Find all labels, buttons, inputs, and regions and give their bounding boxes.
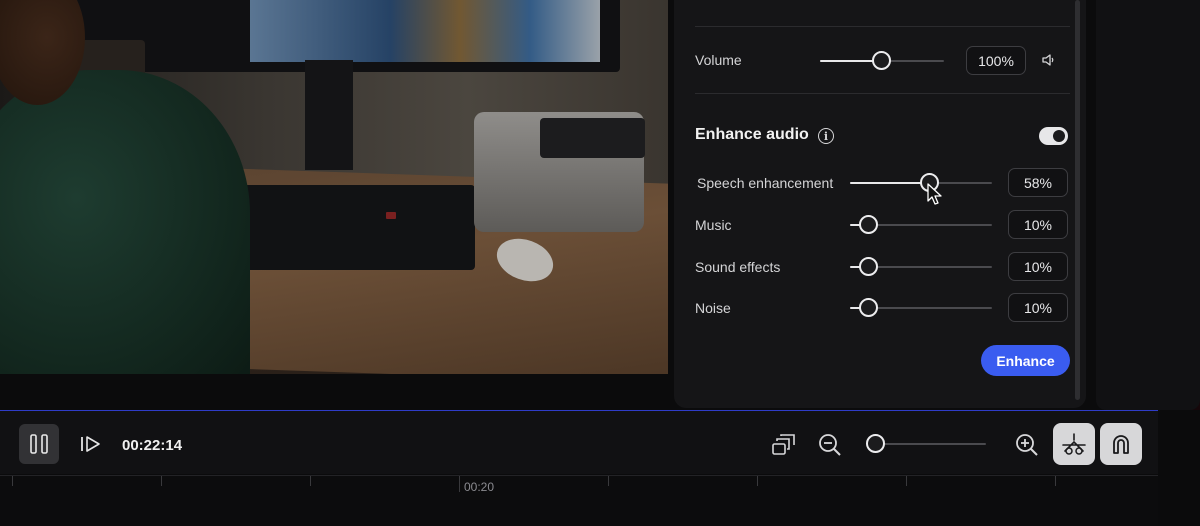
enhance-button[interactable]: Enhance [981, 345, 1070, 376]
split-tool-button[interactable] [1053, 423, 1095, 465]
pause-icon [30, 434, 48, 454]
ruler-label: 00:20 [464, 480, 495, 494]
timecode: 00:22:14 [122, 437, 183, 454]
mouse-pointer-icon [927, 183, 942, 205]
speech-enhancement-value-field[interactable]: 58% [1008, 168, 1068, 197]
enhance-audio-toggle[interactable] [1039, 127, 1068, 145]
scissors-icon [1062, 433, 1086, 455]
ruler-tick [1055, 476, 1056, 486]
music-value-field[interactable]: 10% [1008, 210, 1068, 239]
video-person [0, 70, 250, 374]
toggle-knob [1053, 130, 1065, 142]
ruler-tick [608, 476, 609, 486]
magnet-icon [1113, 435, 1129, 454]
zoom-in-icon [1016, 434, 1038, 456]
video-monitor-stand [305, 60, 353, 170]
sound-effects-value-field[interactable]: 10% [1008, 252, 1068, 281]
speech-enhancement-slider-fill [850, 182, 930, 184]
volume-label: Volume [695, 52, 742, 68]
divider [695, 93, 1070, 94]
transport-bar: 00:22:14 [0, 410, 1158, 474]
snapping-button[interactable] [1100, 423, 1142, 465]
music-slider-thumb[interactable] [859, 215, 878, 234]
noise-value-field[interactable]: 10% [1008, 293, 1068, 322]
zoom-slider-thumb[interactable] [866, 434, 885, 453]
video-monitor-screen [250, 0, 600, 62]
timeline-ruler[interactable]: 00:20 [0, 475, 1158, 526]
ruler-tick [310, 476, 311, 486]
zoom-out-button[interactable] [816, 431, 844, 459]
sound-effects-label: Sound effects [695, 259, 781, 275]
zoom-out-icon [819, 434, 841, 456]
step-forward-button[interactable] [78, 431, 104, 457]
noise-slider-thumb[interactable] [859, 298, 878, 317]
volume-icon[interactable] [1041, 52, 1057, 68]
info-icon[interactable]: i [818, 128, 834, 144]
enhance-audio-title: Enhance audio [695, 126, 809, 143]
panel-scrollbar[interactable] [1075, 0, 1080, 400]
speech-enhancement-label: Speech enhancement [697, 175, 834, 191]
pause-button[interactable] [19, 424, 59, 464]
right-edge-panel [1096, 0, 1200, 410]
noise-label: Noise [695, 300, 731, 316]
divider [695, 26, 1070, 27]
fit-to-screen-icon [772, 434, 795, 455]
fit-to-screen-button[interactable] [769, 431, 797, 459]
zoom-in-button[interactable] [1013, 431, 1041, 459]
ruler-tick [161, 476, 162, 486]
volume-value-field[interactable]: 100% [966, 46, 1026, 75]
step-forward-icon [81, 436, 100, 452]
ruler-tick [757, 476, 758, 486]
video-preview [0, 0, 668, 374]
video-device [540, 118, 645, 158]
music-label: Music [695, 217, 732, 233]
ruler-tick [12, 476, 13, 486]
sound-effects-slider-thumb[interactable] [859, 257, 878, 276]
volume-slider-thumb[interactable] [872, 51, 891, 70]
ruler-tick [906, 476, 907, 486]
ruler-tick [459, 476, 460, 492]
